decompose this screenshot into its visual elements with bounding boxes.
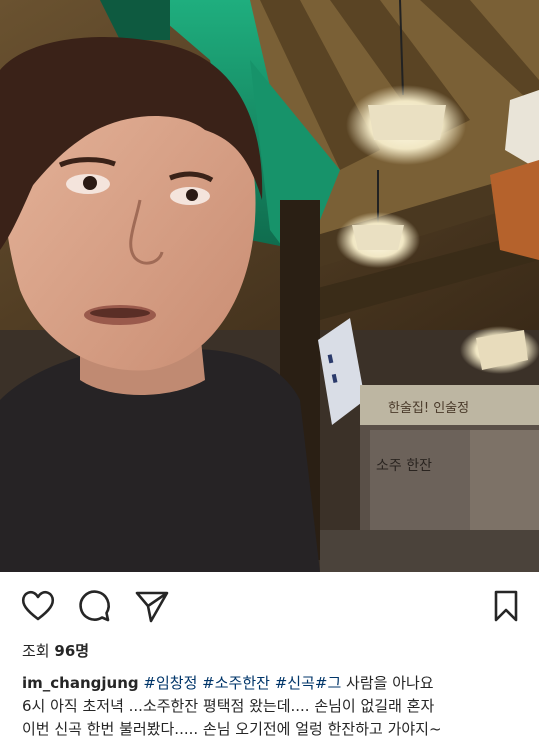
caption-text: 사람을 아나요: [341, 674, 434, 692]
save-button[interactable]: [488, 588, 524, 624]
paper-plane-icon: [135, 591, 169, 623]
like-button[interactable]: [20, 588, 56, 624]
hashtag-link[interactable]: #그: [315, 674, 341, 692]
hashtag-link[interactable]: #신곡: [275, 674, 315, 692]
comment-button[interactable]: [76, 588, 112, 624]
caption-line-1: im_changjung #임창정 #소주한잔 #신곡#그 사람을 아나요: [22, 672, 529, 695]
post-caption: im_changjung #임창정 #소주한잔 #신곡#그 사람을 아나요 6시…: [22, 672, 529, 741]
heart-outline-icon: [21, 590, 55, 621]
post-video[interactable]: ▮ ▮ 한술집! 인술정 소주 한잔: [0, 0, 539, 572]
caption-line-2: 6시 아직 초저녁 ...소주한잔 평택점 왔는데.... 손님이 없길래 혼자: [22, 697, 435, 715]
view-count: 조회 96명: [22, 640, 89, 661]
poster-text: 소주 한잔: [376, 458, 432, 474]
views-number: 96명: [54, 642, 90, 660]
sign-text: 한술집! 인술정: [388, 401, 469, 416]
caption-line-3: 이번 신곡 한번 불러봤다..... 손님 오기전에 얼렁 한잔하고 가야지~: [22, 720, 442, 738]
bookmark-icon: [494, 590, 518, 622]
views-label: 조회: [22, 642, 50, 660]
username-link[interactable]: im_changjung: [22, 674, 139, 692]
hashtag-link[interactable]: #소주한잔: [202, 674, 270, 692]
video-frame: ▮ ▮ 한술집! 인술정 소주 한잔: [0, 0, 539, 572]
speech-bubble-icon: [79, 590, 110, 622]
hashtag-link[interactable]: #임창정: [143, 674, 197, 692]
share-button[interactable]: [134, 588, 170, 624]
action-bar: [0, 572, 539, 642]
